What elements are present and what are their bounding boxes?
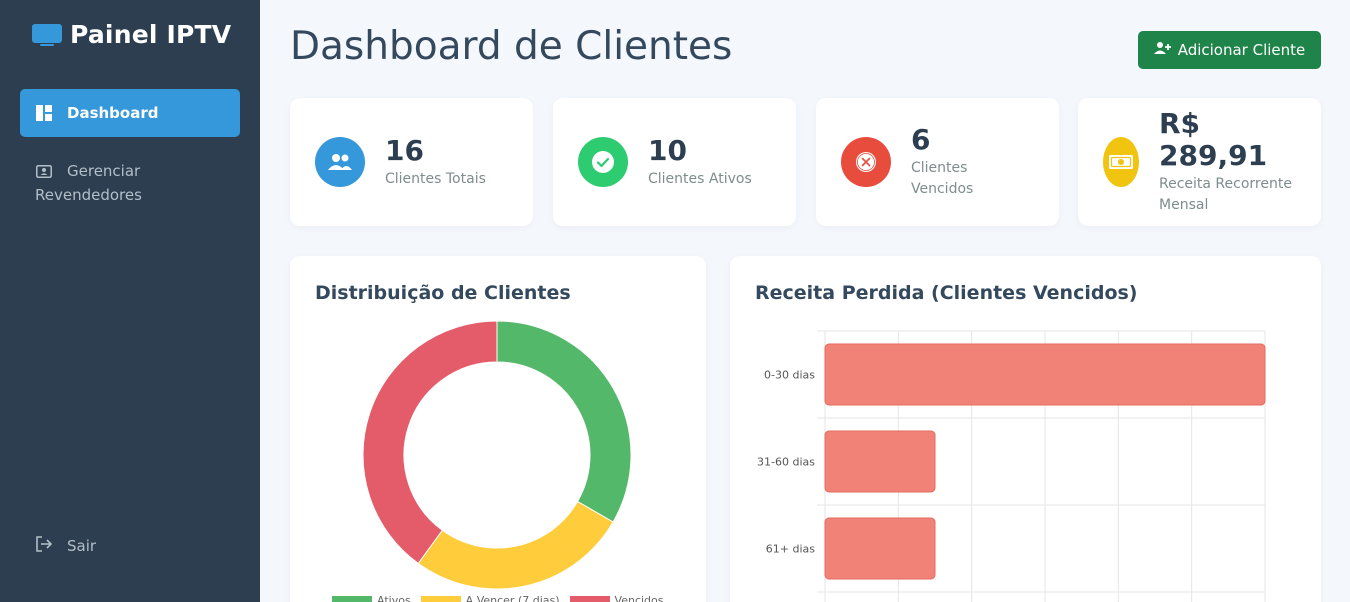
sidebar-item-revendedores[interactable]: Gerenciar Revendedores: [20, 147, 240, 219]
stat-value: R$ 289,91: [1159, 107, 1268, 172]
legend-swatch: [332, 595, 372, 602]
check-circle-icon: [578, 137, 628, 187]
logout-icon: [35, 536, 53, 556]
legend-swatch: [569, 595, 610, 602]
stat-value: 6: [911, 123, 931, 156]
sidebar-item-dashboard[interactable]: Dashboard: [20, 89, 240, 137]
stat-label: Clientes Totais: [385, 170, 486, 187]
tick-label: 0-30 dias: [764, 369, 815, 382]
lost-revenue-panel: Receita Perdida (Clientes Vencidos) 0-30…: [730, 256, 1321, 602]
x-circle-icon: [841, 137, 891, 187]
page-title: Dashboard de Clientes: [290, 24, 733, 69]
stat-value: 16: [385, 133, 424, 167]
stat-card-total: 16 Clientes Totais: [290, 98, 533, 226]
money-bill-icon: [1103, 137, 1139, 187]
client-distribution-panel: Distribuição de Clientes Ativos A Vencer…: [290, 256, 706, 602]
users-icon: [315, 137, 365, 187]
bar-chart: 0-30 dias 31-60 dias 61+ dias: [757, 330, 1266, 602]
stat-value: 10: [648, 133, 687, 167]
sidebar-nav: Dashboard Gerenciar Revendedores: [20, 89, 240, 219]
legend-item-vencidos[interactable]: Vencidos: [569, 594, 664, 602]
legend-label: Ativos: [377, 594, 411, 602]
legend-swatch: [420, 595, 461, 602]
tick-label: 61+ dias: [766, 543, 815, 556]
stat-label: Clientes Vencidos: [911, 160, 974, 197]
chart-legend: Ativos A Vencer (7 dias) Vencidos: [332, 594, 664, 602]
stat-label: Clientes Ativos: [648, 170, 752, 187]
sidebar: Painel IPTV Dashboard Gerenciar Revended…: [0, 0, 260, 602]
brand: Painel IPTV: [32, 20, 231, 49]
stat-card-active: 10 Clientes Ativos: [553, 98, 796, 226]
add-client-label: Adicionar Cliente: [1177, 41, 1306, 59]
stat-label: Receita Recorrente Mensal: [1159, 176, 1292, 213]
donut-slice-ativos[interactable]: [496, 320, 632, 523]
sidebar-item-label: Dashboard: [67, 104, 159, 122]
brand-title: Painel IPTV: [70, 20, 232, 49]
logout-button[interactable]: Sair: [35, 536, 96, 556]
legend-label: A Vencer (7 dias): [465, 594, 560, 602]
dashboard-icon: [35, 101, 53, 125]
bar-61-dias[interactable]: [824, 517, 936, 580]
legend-item-ativos[interactable]: Ativos: [332, 594, 411, 602]
stat-card-expired: 6 Clientes Vencidos: [816, 98, 1059, 226]
donut-slice-vencidos[interactable]: [362, 320, 498, 565]
tick-label: 31-60 dias: [757, 456, 815, 469]
donut-slice-a-vencer[interactable]: [417, 500, 614, 590]
bar-0-30-dias[interactable]: [824, 343, 1266, 406]
logout-label: Sair: [67, 537, 97, 555]
tv-icon: [32, 23, 62, 46]
user-plus-icon: [1153, 41, 1172, 59]
legend-item-a-vencer[interactable]: A Vencer (7 dias): [420, 594, 560, 602]
bar-31-60-dias[interactable]: [824, 430, 936, 493]
stat-card-revenue: R$ 289,91 Receita Recorrente Mensal: [1078, 98, 1321, 226]
add-client-button[interactable]: Adicionar Cliente: [1138, 31, 1321, 69]
donut-chart: [362, 320, 632, 590]
sidebar-item-label: Gerenciar Revendedores: [35, 162, 142, 204]
legend-label: Vencidos: [614, 594, 664, 602]
